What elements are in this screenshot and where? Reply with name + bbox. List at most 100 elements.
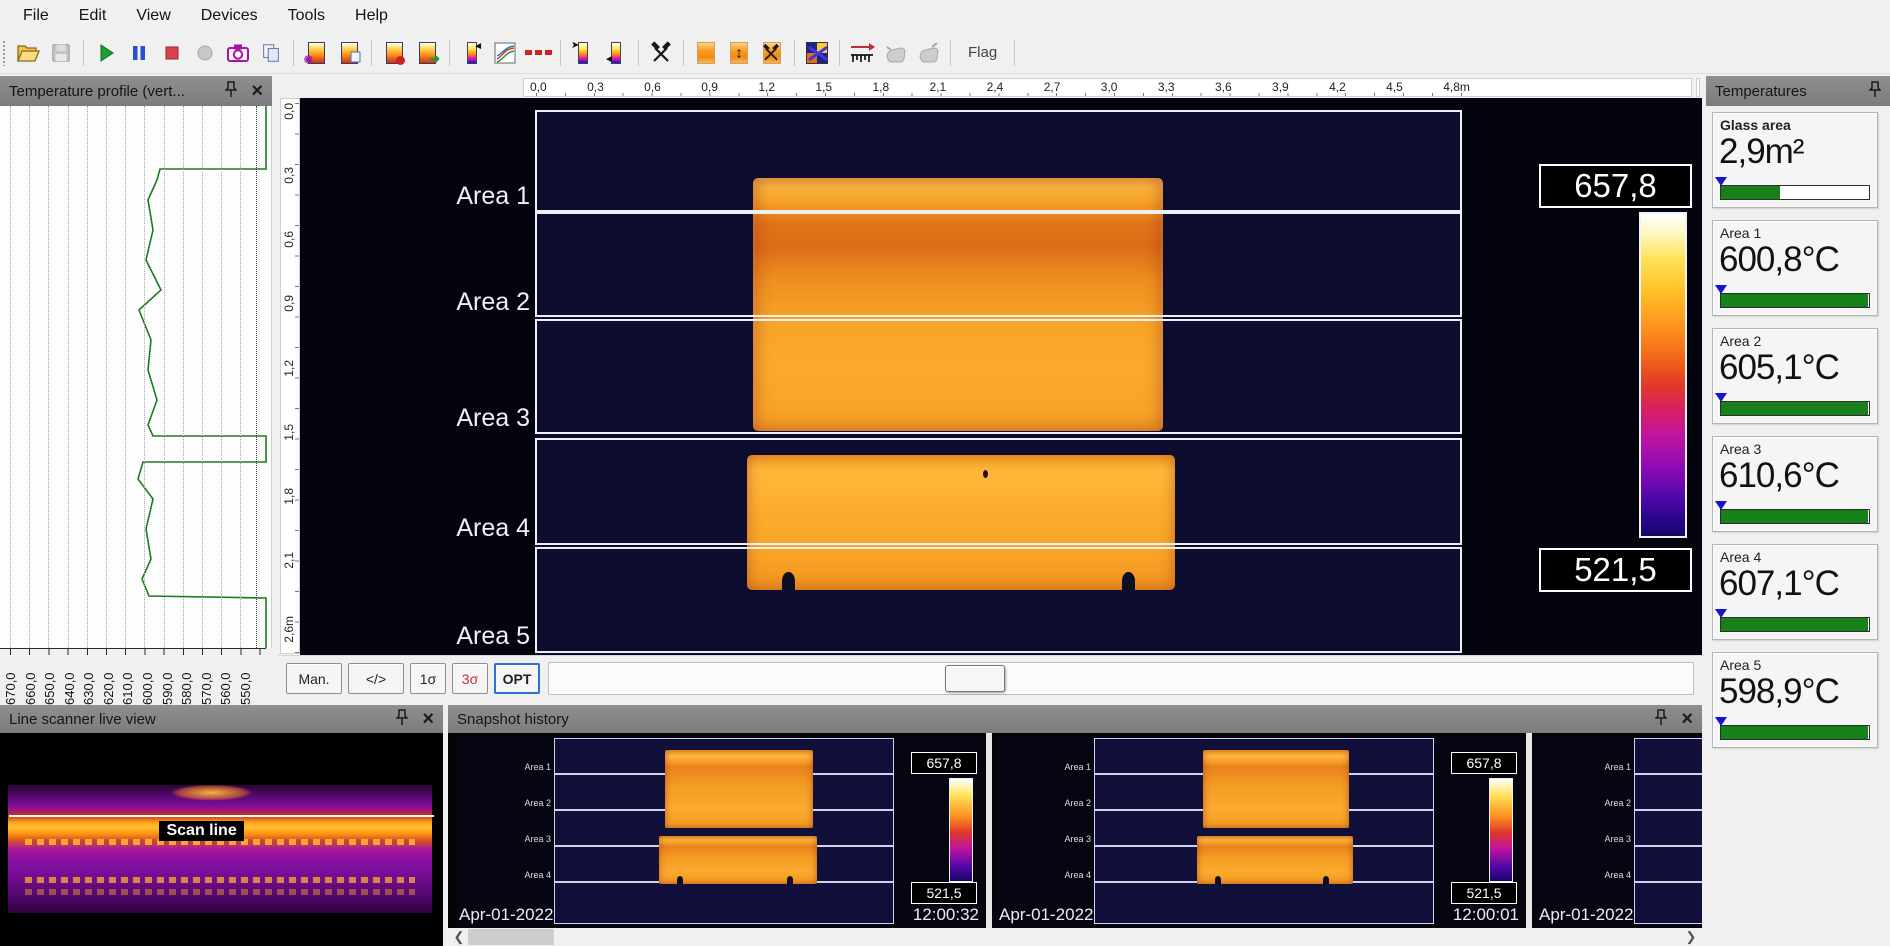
snapshot-camera-icon[interactable] bbox=[223, 38, 253, 68]
pin-icon[interactable] bbox=[225, 81, 237, 102]
pin-icon[interactable] bbox=[1655, 709, 1667, 730]
snap-scale-min: 521,5 bbox=[1451, 882, 1517, 904]
scale-slider-track[interactable] bbox=[548, 662, 1694, 695]
temperature-profile-line bbox=[0, 106, 272, 648]
close-icon[interactable]: × bbox=[422, 712, 434, 726]
snap-scale-max: 657,8 bbox=[1451, 752, 1517, 774]
image-record-icon[interactable] bbox=[379, 38, 409, 68]
chart-gridline bbox=[202, 106, 203, 648]
ruler-tick-label: 3,0 bbox=[1101, 80, 1118, 94]
close-icon[interactable]: × bbox=[1681, 712, 1693, 726]
area-band-4[interactable] bbox=[535, 438, 1462, 545]
glass-notch bbox=[677, 876, 683, 884]
vertical-span-icon[interactable]: ↕ bbox=[724, 38, 754, 68]
area-5-card-label: Area 5 bbox=[1713, 653, 1877, 673]
ruler-tick-label: 0,6 bbox=[282, 231, 296, 248]
snapshot-scrollbar-thumb[interactable] bbox=[468, 929, 554, 945]
temperature-profile-chart bbox=[0, 106, 272, 648]
palette-mix-icon[interactable] bbox=[802, 38, 832, 68]
area-2-temperature: 605,1°C bbox=[1713, 349, 1877, 388]
three-sigma-button[interactable]: 3σ bbox=[452, 663, 488, 694]
thermal-area-icon[interactable] bbox=[691, 38, 721, 68]
tools-hammers-icon[interactable] bbox=[646, 38, 676, 68]
opt-scale-button[interactable]: OPT bbox=[494, 663, 540, 694]
one-sigma-button[interactable]: 1σ bbox=[410, 663, 446, 694]
area-band-1[interactable] bbox=[535, 110, 1462, 212]
pause-icon[interactable] bbox=[124, 38, 154, 68]
area-2-bar-fill bbox=[1721, 402, 1868, 415]
open-icon[interactable] bbox=[13, 38, 43, 68]
save-icon[interactable] bbox=[46, 38, 76, 68]
image-camera-icon[interactable]: ◉ bbox=[301, 38, 331, 68]
chart-gridline bbox=[221, 106, 222, 648]
play-icon[interactable] bbox=[91, 38, 121, 68]
ruler-tick-label: 2,4 bbox=[987, 80, 1004, 94]
area-band-5[interactable] bbox=[535, 547, 1462, 653]
scale-shift-right-icon[interactable]: ➤ bbox=[568, 38, 598, 68]
ruler-tick-label: 4,2 bbox=[1329, 80, 1346, 94]
snapshot-thumbnail-2[interactable]: Area 1 Area 2 Area 3 Area 4 657,8 521,5 … bbox=[995, 736, 1523, 926]
minmax-scale-button[interactable]: </> bbox=[348, 663, 404, 694]
area-1-label: Area 1 bbox=[420, 182, 530, 211]
menu-file[interactable]: File bbox=[8, 2, 64, 30]
ruler-tick-label: 2,7 bbox=[1044, 80, 1061, 94]
area-3-label: Area 3 bbox=[420, 404, 530, 433]
palette-insert-icon[interactable]: ◄ bbox=[457, 38, 487, 68]
horizontal-ruler-labels: 0,00,30,60,91,21,51,82,12,42,73,03,33,63… bbox=[530, 80, 1470, 94]
ruler-tick-label: 1,8 bbox=[872, 80, 889, 94]
record-icon[interactable] bbox=[190, 38, 220, 68]
menu-devices[interactable]: Devices bbox=[186, 2, 273, 30]
measure-ruler-icon[interactable] bbox=[847, 38, 877, 68]
snapshot-thumbnail-3[interactable]: Area 1 Area 2 Area 3 Area 4 Apr-01-2022 bbox=[1535, 736, 1702, 926]
snap-area-label: Area 3 bbox=[1031, 834, 1091, 844]
profile-curves-icon[interactable] bbox=[490, 38, 520, 68]
scale-min-value: 521,5 bbox=[1539, 548, 1692, 592]
toolbar-separator bbox=[83, 40, 84, 66]
stop-icon[interactable] bbox=[157, 38, 187, 68]
snap-area-label: Area 1 bbox=[1031, 762, 1091, 772]
area-band-3[interactable] bbox=[535, 319, 1462, 434]
scroll-right-icon[interactable]: ❯ bbox=[1682, 928, 1700, 946]
flag-button[interactable]: Flag bbox=[958, 40, 1007, 65]
scale-shift-left-icon[interactable]: ◄ bbox=[601, 38, 631, 68]
area-4-bar bbox=[1720, 617, 1870, 632]
snap-band bbox=[1634, 774, 1702, 810]
chart-gridline bbox=[10, 106, 11, 648]
toolbar-grip[interactable] bbox=[2, 40, 7, 66]
close-icon[interactable]: × bbox=[251, 84, 263, 98]
bar-marker-icon bbox=[1715, 717, 1727, 726]
pin-icon[interactable] bbox=[396, 709, 408, 730]
live-scanner-image[interactable]: Scan line bbox=[0, 733, 443, 946]
ruler-tick-label: 3,9 bbox=[1272, 80, 1289, 94]
menu-tools[interactable]: Tools bbox=[273, 2, 340, 30]
scan-line-label: Scan line bbox=[159, 821, 243, 841]
hand-in-icon[interactable] bbox=[880, 38, 910, 68]
chart-axis-tick-label: 660,0 bbox=[23, 657, 38, 705]
snap-band bbox=[1094, 882, 1434, 924]
snapshot-scrollbar[interactable]: ❮ ❯ bbox=[448, 928, 1702, 946]
area-band-2[interactable] bbox=[535, 212, 1462, 317]
bar-marker-icon bbox=[1715, 393, 1727, 402]
snap-scale-max: 657,8 bbox=[911, 752, 977, 774]
snapshot-thumbnail-1[interactable]: Area 1 Area 2 Area 3 Area 4 657,8 521,5 … bbox=[455, 736, 983, 926]
ruler-tick-label: 1,2 bbox=[758, 80, 775, 94]
scale-slider-thumb[interactable] bbox=[945, 665, 1005, 692]
temperature-colorbar[interactable] bbox=[1639, 212, 1687, 538]
manual-scale-button[interactable]: Man. bbox=[286, 663, 342, 694]
menu-edit[interactable]: Edit bbox=[64, 2, 122, 30]
area-tools-icon[interactable] bbox=[757, 38, 787, 68]
red-dashes-icon[interactable] bbox=[523, 38, 553, 68]
pin-icon[interactable] bbox=[1869, 81, 1881, 102]
image-export-icon[interactable]: ➜ bbox=[412, 38, 442, 68]
thermal-image-canvas[interactable]: Area 1 Area 2 Area 3 Area 4 Area 5 657,8… bbox=[300, 98, 1702, 655]
image-copy-icon[interactable] bbox=[334, 38, 364, 68]
hand-out-icon[interactable] bbox=[913, 38, 943, 68]
copy-icon[interactable] bbox=[256, 38, 286, 68]
area-2-bar bbox=[1720, 401, 1870, 416]
chart-gridline bbox=[125, 106, 126, 648]
temperatures-titlebar: Temperatures bbox=[1706, 76, 1890, 106]
menu-view[interactable]: View bbox=[121, 2, 185, 30]
snap-glass-2 bbox=[1197, 836, 1353, 884]
scroll-left-icon[interactable]: ❮ bbox=[450, 928, 468, 946]
menu-help[interactable]: Help bbox=[340, 2, 403, 30]
